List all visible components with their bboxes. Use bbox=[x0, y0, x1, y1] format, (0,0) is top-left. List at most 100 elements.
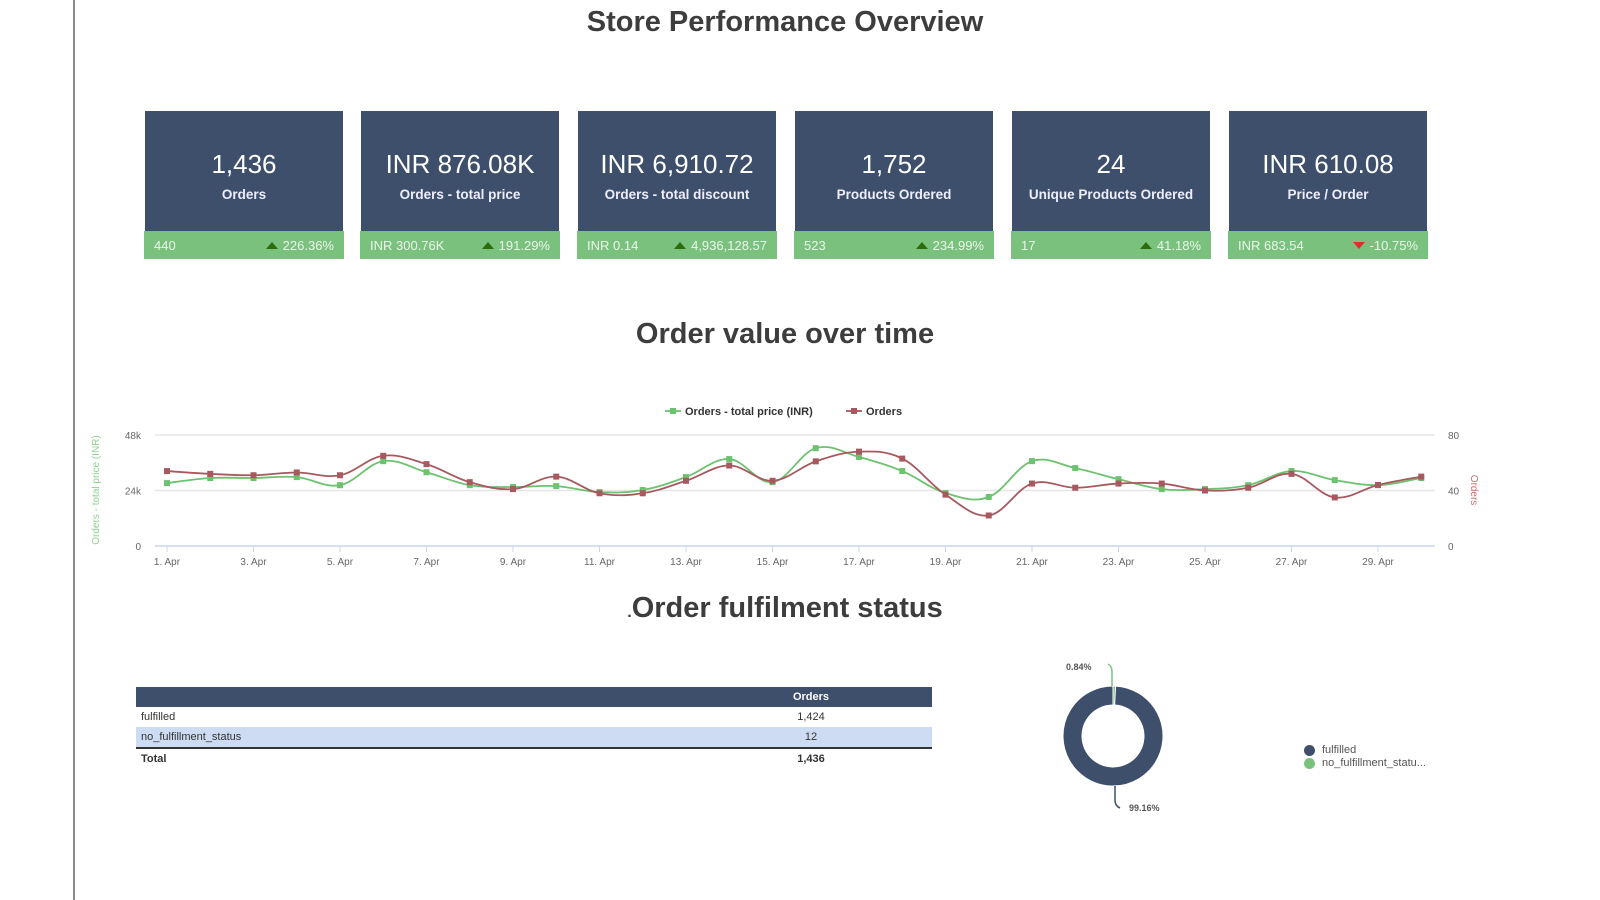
kpi-label: Products Ordered bbox=[836, 187, 952, 202]
point-orders bbox=[942, 491, 949, 498]
kpi-comparison: 17 41.18% bbox=[1011, 231, 1211, 259]
kpi-change: 191.29% bbox=[481, 238, 550, 253]
x-axis-tick: 17. Apr bbox=[843, 557, 875, 568]
point-orders bbox=[1029, 480, 1035, 487]
x-axis-tick: 1. Apr bbox=[154, 557, 181, 568]
point-orders bbox=[337, 472, 343, 479]
kpi-card-body: INR 6,910.72 Orders - total discount bbox=[578, 111, 776, 231]
point-orders bbox=[207, 470, 214, 477]
kpi-card[interactable]: INR 876.08K Orders - total price INR 300.7… bbox=[360, 111, 560, 259]
x-axis-tick: 19. Apr bbox=[930, 557, 962, 568]
connector-no-fulfillment bbox=[1107, 663, 1113, 686]
fulfilment-table: Orders fulfilled 1,424 no_fulfillment_st… bbox=[136, 687, 932, 769]
kpi-change: 4,936,128.57 bbox=[674, 238, 767, 253]
legend-label-orders: Orders bbox=[866, 406, 902, 418]
kpi-value: 24 bbox=[1096, 149, 1126, 179]
point-orders bbox=[466, 479, 473, 486]
table-cell-status: fulfilled bbox=[141, 711, 176, 723]
trend-up-icon bbox=[674, 242, 687, 249]
kpi-change: 41.18% bbox=[1139, 238, 1201, 253]
point-total-price bbox=[1029, 458, 1035, 465]
x-axis-tick: 27. Apr bbox=[1276, 557, 1308, 568]
trend-up-icon bbox=[915, 242, 928, 249]
trend-down-icon bbox=[1352, 242, 1365, 249]
point-orders bbox=[1331, 494, 1338, 501]
kpi-previous-value: INR 683.54 bbox=[1238, 238, 1304, 253]
point-total-price bbox=[1072, 465, 1079, 472]
point-orders bbox=[553, 473, 560, 480]
legend-marker-total-price bbox=[670, 408, 676, 414]
point-total-price bbox=[164, 480, 170, 487]
kpi-card[interactable]: INR 6,910.72 Orders - total discount INR 0… bbox=[577, 111, 777, 259]
x-axis-tick: 9. Apr bbox=[500, 557, 527, 568]
x-axis-tick: 11. Apr bbox=[584, 557, 616, 568]
kpi-card-body: INR 876.08K Orders - total price bbox=[361, 111, 559, 231]
kpi-label: Orders bbox=[221, 187, 267, 202]
legend-item-no-fulfillment[interactable]: no_fulfillment_statu... bbox=[1304, 757, 1426, 770]
point-orders bbox=[985, 512, 992, 519]
point-total-price bbox=[726, 456, 733, 463]
kpi-value: 1,436 bbox=[211, 149, 277, 179]
legend-label: fulfilled bbox=[1322, 744, 1357, 756]
point-total-price bbox=[1331, 477, 1338, 484]
point-total-price bbox=[337, 482, 343, 489]
table-header-orders[interactable]: Orders bbox=[736, 687, 886, 707]
table-row[interactable]: no_fulfillment_status 12 bbox=[136, 727, 932, 749]
point-orders bbox=[1245, 484, 1252, 491]
donut-legend: fulfilled no_fulfillment_statu... bbox=[1304, 744, 1426, 770]
trend-up-icon bbox=[481, 242, 494, 249]
legend-label-total-price: Orders - total price (INR) bbox=[685, 406, 813, 418]
kpi-value: 1,752 bbox=[861, 149, 927, 179]
trend-up-icon bbox=[1139, 242, 1152, 249]
point-total-price bbox=[553, 483, 560, 490]
legend-marker-orders bbox=[851, 408, 857, 414]
kpi-card-body: 1,752 Products Ordered bbox=[795, 111, 993, 231]
point-orders bbox=[293, 469, 300, 476]
point-orders bbox=[510, 486, 516, 493]
x-axis-tick: 25. Apr bbox=[1189, 557, 1221, 568]
kpi-change-value: 234.99% bbox=[932, 238, 984, 253]
x-axis-tick: 29. Apr bbox=[1362, 557, 1394, 568]
kpi-comparison: INR 683.54 -10.75% bbox=[1228, 231, 1428, 259]
point-orders bbox=[596, 490, 603, 497]
donut-slice-fulfilled[interactable] bbox=[1062, 685, 1164, 787]
kpi-previous-value: INR 300.76K bbox=[370, 238, 445, 253]
kpi-comparison: INR 0.14 4,936,128.57 bbox=[577, 231, 777, 259]
kpi-change-value: 191.29% bbox=[498, 238, 550, 253]
point-total-price bbox=[812, 445, 819, 452]
fulfilment-title-text: Order fulfilment status bbox=[631, 592, 943, 624]
left-axis-tick: 0 bbox=[135, 542, 141, 553]
point-orders bbox=[423, 461, 430, 468]
kpi-change: -10.75% bbox=[1352, 238, 1418, 253]
point-orders bbox=[250, 472, 257, 479]
kpi-card-body: 1,436 Orders bbox=[145, 111, 343, 231]
point-orders bbox=[812, 458, 819, 465]
kpi-label: Price / Order bbox=[1287, 187, 1369, 202]
table-row[interactable]: fulfilled 1,424 bbox=[136, 707, 932, 727]
kpi-card-body: INR 610.08 Price / Order bbox=[1229, 111, 1427, 231]
kpi-card[interactable]: INR 610.08 Price / Order INR 683.54 -10.75% bbox=[1228, 111, 1428, 259]
kpi-label: Unique Products Ordered bbox=[1028, 187, 1194, 202]
legend-item-fulfilled[interactable]: fulfilled bbox=[1304, 744, 1426, 757]
series-line-orders bbox=[166, 450, 1422, 517]
kpi-card[interactable]: 1,752 Products Ordered 523 234.99% bbox=[794, 111, 994, 259]
kpi-previous-value: 523 bbox=[804, 238, 826, 253]
point-total-price bbox=[899, 468, 906, 475]
right-axis-tick: 0 bbox=[1448, 542, 1454, 553]
legend-dot-fulfilled bbox=[1304, 745, 1315, 756]
fulfilment-section-title: .Order fulfilment status bbox=[0, 592, 1570, 625]
point-orders bbox=[899, 455, 906, 462]
legend-label: no_fulfillment_statu... bbox=[1322, 757, 1426, 769]
left-axis-title: Orders - total price (INR) bbox=[91, 435, 102, 544]
point-orders bbox=[856, 448, 862, 455]
donut-label-no-fulfillment: 0.84% bbox=[1066, 662, 1092, 672]
kpi-previous-value: 440 bbox=[154, 238, 176, 253]
point-orders bbox=[639, 490, 646, 497]
table-total-row: Total 1,436 bbox=[136, 749, 932, 769]
table-cell-orders: 12 bbox=[804, 731, 818, 743]
kpi-change-value: 4,936,128.57 bbox=[691, 238, 767, 253]
right-axis-tick: 80 bbox=[1448, 431, 1460, 442]
kpi-card[interactable]: 24 Unique Products Ordered 17 41.18% bbox=[1011, 111, 1211, 259]
kpi-card[interactable]: 1,436 Orders 440 226.36% bbox=[144, 111, 344, 259]
point-orders bbox=[1115, 480, 1122, 487]
